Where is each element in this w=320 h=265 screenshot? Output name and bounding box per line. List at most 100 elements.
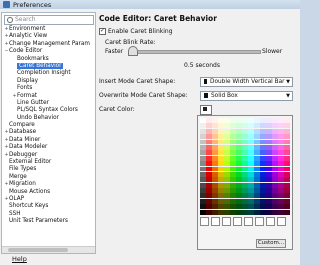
color-swatch[interactable] bbox=[266, 182, 272, 188]
color-swatch[interactable] bbox=[266, 128, 272, 134]
color-swatch[interactable] bbox=[218, 193, 224, 199]
color-swatch[interactable] bbox=[218, 204, 224, 210]
tree-item[interactable]: +OLAP bbox=[4, 196, 94, 203]
tree-item[interactable]: Bookmarks bbox=[4, 56, 94, 63]
color-swatch[interactable] bbox=[230, 177, 236, 183]
color-swatch[interactable] bbox=[212, 204, 218, 210]
color-swatch[interactable] bbox=[254, 134, 260, 140]
color-swatch[interactable] bbox=[236, 155, 242, 161]
color-swatch[interactable] bbox=[278, 166, 284, 172]
color-swatch[interactable] bbox=[212, 198, 218, 204]
color-swatch[interactable] bbox=[212, 171, 218, 177]
color-swatch[interactable] bbox=[230, 128, 236, 134]
color-swatch[interactable] bbox=[242, 161, 248, 167]
color-swatch[interactable] bbox=[260, 128, 266, 134]
color-swatch[interactable] bbox=[278, 171, 284, 177]
color-swatch[interactable] bbox=[236, 171, 242, 177]
color-swatch[interactable] bbox=[200, 144, 206, 150]
color-swatch[interactable] bbox=[254, 166, 260, 172]
color-swatch[interactable] bbox=[284, 204, 290, 210]
color-swatch[interactable] bbox=[224, 150, 230, 156]
color-swatch[interactable] bbox=[224, 118, 230, 123]
color-swatch[interactable] bbox=[224, 204, 230, 210]
color-swatch[interactable] bbox=[224, 166, 230, 172]
color-swatch[interactable] bbox=[218, 171, 224, 177]
slider-handle[interactable] bbox=[128, 46, 138, 56]
color-swatch[interactable] bbox=[236, 198, 242, 204]
color-swatch[interactable] bbox=[272, 118, 278, 123]
color-swatch[interactable] bbox=[260, 166, 266, 172]
color-swatch[interactable] bbox=[242, 128, 248, 134]
color-swatch[interactable] bbox=[254, 177, 260, 183]
custom-color-slot[interactable] bbox=[200, 217, 209, 226]
custom-color-button[interactable]: Custom... bbox=[256, 239, 286, 248]
color-swatch[interactable] bbox=[248, 166, 254, 172]
color-swatch[interactable] bbox=[260, 177, 266, 183]
color-swatch[interactable] bbox=[266, 209, 272, 215]
color-swatch[interactable] bbox=[254, 144, 260, 150]
color-swatch[interactable] bbox=[266, 134, 272, 140]
color-swatch[interactable] bbox=[254, 209, 260, 215]
color-swatch[interactable] bbox=[248, 155, 254, 161]
color-swatch[interactable] bbox=[284, 188, 290, 193]
color-swatch[interactable] bbox=[272, 139, 278, 145]
tree-item[interactable]: PL/SQL Syntax Colors bbox=[4, 107, 94, 114]
custom-color-slot[interactable] bbox=[244, 217, 253, 226]
color-swatch[interactable] bbox=[242, 171, 248, 177]
color-swatch[interactable] bbox=[278, 155, 284, 161]
color-swatch[interactable] bbox=[242, 118, 248, 123]
tree-item[interactable]: Undo Behavior bbox=[4, 115, 94, 122]
color-swatch[interactable] bbox=[254, 123, 260, 129]
color-swatch[interactable] bbox=[284, 150, 290, 156]
color-swatch[interactable] bbox=[260, 161, 266, 167]
color-swatch[interactable] bbox=[266, 171, 272, 177]
color-swatch[interactable] bbox=[266, 139, 272, 145]
tree-item[interactable]: +Data Miner bbox=[4, 137, 94, 144]
color-swatch[interactable] bbox=[260, 171, 266, 177]
color-swatch[interactable] bbox=[284, 209, 290, 215]
color-swatch[interactable] bbox=[200, 123, 206, 129]
color-swatch[interactable] bbox=[206, 166, 212, 172]
color-swatch[interactable] bbox=[212, 155, 218, 161]
color-swatch[interactable] bbox=[206, 161, 212, 167]
color-swatch[interactable] bbox=[248, 177, 254, 183]
color-swatch[interactable] bbox=[284, 182, 290, 188]
color-swatch[interactable] bbox=[254, 161, 260, 167]
color-swatch[interactable] bbox=[242, 204, 248, 210]
custom-color-slot[interactable] bbox=[266, 217, 275, 226]
color-swatch[interactable] bbox=[236, 134, 242, 140]
color-swatch[interactable] bbox=[248, 161, 254, 167]
color-swatch[interactable] bbox=[248, 171, 254, 177]
color-swatch[interactable] bbox=[230, 166, 236, 172]
insert-mode-select[interactable]: Double Width Vertical Bar ▼ bbox=[200, 77, 293, 87]
color-swatch[interactable] bbox=[242, 166, 248, 172]
color-swatch[interactable] bbox=[236, 188, 242, 193]
color-swatch[interactable] bbox=[260, 204, 266, 210]
color-swatch[interactable] bbox=[218, 128, 224, 134]
color-swatch[interactable] bbox=[260, 134, 266, 140]
color-swatch[interactable] bbox=[224, 144, 230, 150]
color-swatch[interactable] bbox=[224, 161, 230, 167]
custom-color-slot[interactable] bbox=[211, 217, 220, 226]
color-swatch[interactable] bbox=[218, 134, 224, 140]
tree-item[interactable]: +Change Management Param bbox=[4, 41, 94, 48]
color-swatch[interactable] bbox=[200, 139, 206, 145]
color-swatch[interactable] bbox=[236, 177, 242, 183]
color-swatch[interactable] bbox=[254, 204, 260, 210]
color-swatch[interactable] bbox=[248, 139, 254, 145]
custom-color-slot[interactable] bbox=[222, 217, 231, 226]
color-swatch[interactable] bbox=[272, 171, 278, 177]
color-swatch[interactable] bbox=[212, 144, 218, 150]
color-swatch[interactable] bbox=[218, 118, 224, 123]
color-swatch[interactable] bbox=[218, 150, 224, 156]
color-swatch[interactable] bbox=[266, 150, 272, 156]
color-swatch[interactable] bbox=[236, 204, 242, 210]
color-swatch[interactable] bbox=[272, 155, 278, 161]
color-swatch[interactable] bbox=[266, 204, 272, 210]
color-swatch[interactable] bbox=[242, 150, 248, 156]
color-swatch[interactable] bbox=[248, 144, 254, 150]
color-swatch[interactable] bbox=[230, 155, 236, 161]
color-swatch[interactable] bbox=[242, 155, 248, 161]
color-swatch[interactable] bbox=[212, 161, 218, 167]
color-swatch[interactable] bbox=[206, 198, 212, 204]
